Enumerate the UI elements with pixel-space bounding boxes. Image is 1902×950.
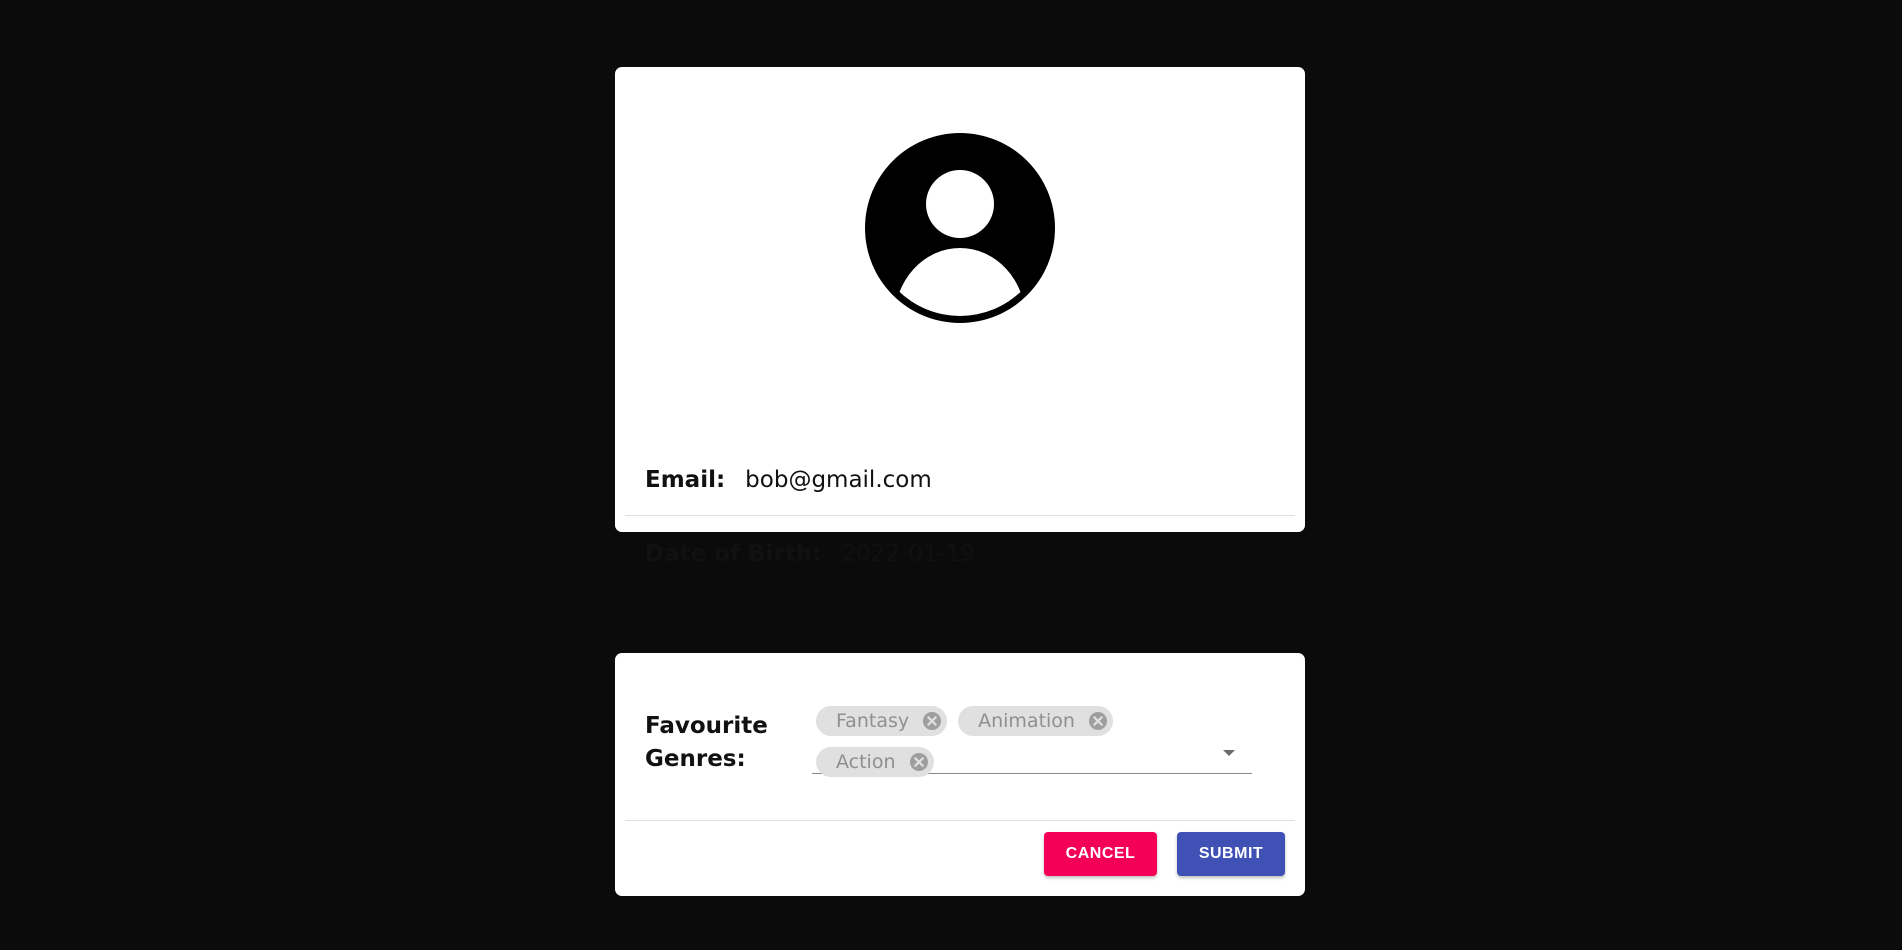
dob-label: Date of Birth: (645, 541, 822, 567)
genre-chip-label: Fantasy (836, 710, 910, 732)
genre-chip[interactable]: Action (816, 747, 934, 777)
page: Email: bob@gmail.com Date of Birth: 2022… (0, 0, 1902, 950)
favourite-genres-label: Favourite Genres: (645, 713, 768, 772)
genre-chip[interactable]: Fantasy (816, 706, 948, 736)
genre-chips: Fantasy Animation Action (812, 703, 1212, 785)
dob-row: Date of Birth: 2022-01-19 (645, 534, 1275, 574)
divider (625, 515, 1295, 516)
cancel-circle-icon[interactable] (921, 710, 943, 732)
genres-card: Favourite Genres: Fantasy Animation Acti… (615, 653, 1305, 896)
divider (625, 820, 1295, 821)
genres-select[interactable]: Fantasy Animation Action (812, 703, 1252, 777)
email-row: Email: bob@gmail.com (645, 460, 1275, 500)
submit-button[interactable]: SUBMIT (1177, 832, 1285, 876)
genre-chip-label: Animation (978, 710, 1075, 732)
email-value: bob@gmail.com (745, 467, 932, 493)
genre-chip[interactable]: Animation (958, 706, 1113, 736)
cancel-circle-icon[interactable] (908, 751, 930, 773)
cancel-circle-icon[interactable] (1087, 710, 1109, 732)
email-label: Email: (645, 467, 726, 493)
arrow-drop-down-icon[interactable] (1223, 750, 1235, 756)
account-circle-icon (865, 133, 1055, 323)
genre-chip-label: Action (836, 751, 896, 773)
dob-value: 2022-01-19 (841, 541, 976, 567)
profile-card: Email: bob@gmail.com Date of Birth: 2022… (615, 67, 1305, 567)
cancel-button[interactable]: CANCEL (1044, 832, 1157, 876)
